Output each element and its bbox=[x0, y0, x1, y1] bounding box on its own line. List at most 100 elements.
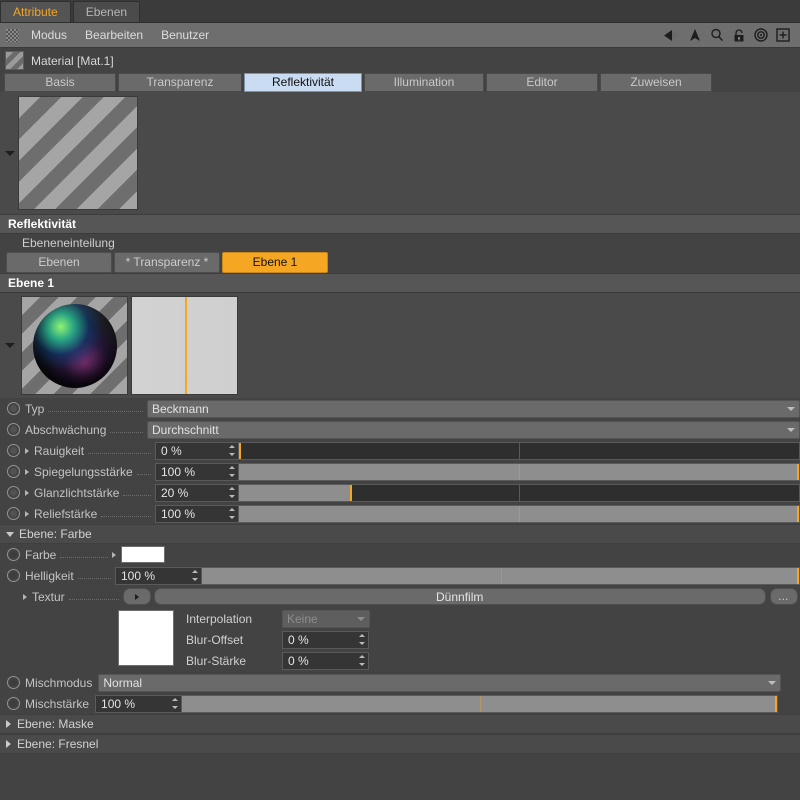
layer-button-ebene-1[interactable]: Ebene 1 bbox=[222, 251, 328, 273]
slider-spiegelungsstaerke[interactable] bbox=[239, 462, 800, 481]
slider-glanzlichtstaerke[interactable] bbox=[239, 483, 800, 502]
keyframe-toggle-reliefstaerke[interactable] bbox=[7, 507, 20, 520]
color-expand-triangle-icon[interactable] bbox=[112, 551, 117, 558]
slider-helligkeit[interactable] bbox=[202, 566, 800, 585]
stepper-glanzlichtstaerke[interactable] bbox=[228, 486, 235, 498]
slider-handle[interactable] bbox=[797, 567, 799, 584]
keyframe-toggle-spiegelungsstaerke[interactable] bbox=[7, 465, 20, 478]
keyframe-toggle-glanzlichtstaerke[interactable] bbox=[7, 486, 20, 499]
color-swatch-farbe[interactable] bbox=[121, 546, 166, 563]
chevron-down-icon bbox=[768, 680, 777, 685]
menu-bearbeiten[interactable]: Bearbeiten bbox=[76, 23, 152, 47]
label-glanzlichtstaerke: Glanzlichtstärke bbox=[34, 485, 120, 500]
row-textur: Textur Dünnfilm … bbox=[0, 586, 800, 607]
keyframe-toggle-mischmodus[interactable] bbox=[7, 676, 20, 689]
slider-handle[interactable] bbox=[797, 505, 799, 522]
combo-mischmodus[interactable]: Normal bbox=[98, 673, 782, 692]
slider-handle[interactable] bbox=[775, 695, 778, 712]
input-glanzlichtstaerke[interactable]: 20 % bbox=[155, 483, 239, 502]
slider-reliefstaerke[interactable] bbox=[239, 504, 800, 523]
tab-illumination[interactable]: Illumination bbox=[364, 73, 484, 92]
slider-mischstaerke[interactable] bbox=[182, 694, 779, 713]
input-reliefstaerke[interactable]: 100 % bbox=[155, 504, 239, 523]
expand-triangle-icon[interactable] bbox=[25, 510, 29, 517]
dot-leader bbox=[136, 465, 151, 475]
material-preview-area bbox=[0, 92, 800, 214]
keyframe-toggle-abschwaechung[interactable] bbox=[7, 423, 20, 436]
dot-leader bbox=[101, 507, 151, 517]
menu-benutzer[interactable]: Benutzer bbox=[152, 23, 218, 47]
tab-basis[interactable]: Basis bbox=[4, 73, 116, 92]
dot-leader bbox=[123, 486, 151, 496]
grip-dots-icon[interactable] bbox=[6, 28, 19, 42]
plus-box-icon[interactable] bbox=[772, 24, 794, 46]
channel-tabs: Basis Transparenz Reflektivität Illumina… bbox=[0, 73, 800, 92]
slider-rauigkeit[interactable] bbox=[239, 441, 800, 460]
stepper-spiegelungsstaerke[interactable] bbox=[228, 465, 235, 477]
input-helligkeit[interactable]: 100 % bbox=[115, 566, 202, 585]
layer-button-ebenen[interactable]: Ebenen bbox=[6, 251, 112, 273]
stepper-helligkeit[interactable] bbox=[191, 569, 198, 581]
combo-interpolation[interactable]: Keine bbox=[282, 610, 370, 628]
keyframe-toggle-typ[interactable] bbox=[7, 402, 20, 415]
input-mischstaerke[interactable]: 100 % bbox=[95, 694, 183, 713]
combo-typ[interactable]: Beckmann bbox=[147, 399, 800, 418]
tab-reflektivitaet[interactable]: Reflektivität bbox=[244, 73, 362, 92]
textur-expand-triangle-icon[interactable] bbox=[23, 593, 27, 600]
collapse-triangle-icon[interactable] bbox=[5, 150, 15, 156]
layer-button-transparenz[interactable]: * Transparenz * bbox=[114, 251, 220, 273]
dot-leader bbox=[77, 569, 111, 579]
layer-section-title: Ebene 1 bbox=[8, 276, 55, 290]
input-spiegelungsstaerke[interactable]: 100 % bbox=[155, 462, 239, 481]
unlock-icon[interactable] bbox=[728, 24, 750, 46]
search-icon[interactable] bbox=[706, 24, 728, 46]
tab-editor[interactable]: Editor bbox=[486, 73, 598, 92]
row-glanzlichtstaerke: Glanzlichtstärke 20 % bbox=[0, 482, 800, 503]
chevron-right-icon bbox=[6, 740, 11, 748]
input-blur-offset[interactable]: 0 % bbox=[282, 631, 369, 649]
stepper-blur-offset[interactable] bbox=[358, 634, 365, 645]
attribute-manager: Attribute Ebenen Modus Bearbeiten Benutz… bbox=[0, 0, 800, 800]
expand-triangle-icon[interactable] bbox=[25, 489, 29, 496]
up-arrow-icon[interactable] bbox=[684, 24, 706, 46]
back-arrow-icon[interactable] bbox=[662, 24, 684, 46]
slider-handle[interactable] bbox=[239, 442, 241, 459]
stepper-reliefstaerke[interactable] bbox=[228, 507, 235, 519]
layer-preview-sphere[interactable] bbox=[21, 296, 128, 395]
material-preview-thumbnail[interactable] bbox=[18, 96, 138, 210]
stepper-blur-staerke[interactable] bbox=[358, 655, 365, 666]
tab-transparenz[interactable]: Transparenz bbox=[118, 73, 242, 92]
texture-settings: Interpolation Keine Blur-Offset 0 % Blur… bbox=[186, 610, 370, 670]
stepper-rauigkeit[interactable] bbox=[228, 444, 235, 456]
texture-field[interactable]: Dünnfilm bbox=[153, 588, 766, 605]
layer-collapse-triangle-icon[interactable] bbox=[5, 343, 15, 348]
dot-leader bbox=[68, 590, 119, 600]
layer-gradient-preview[interactable] bbox=[131, 296, 238, 395]
group-ebene-fresnel[interactable]: Ebene: Fresnel bbox=[0, 734, 800, 754]
menu-modus[interactable]: Modus bbox=[22, 23, 76, 47]
keyframe-toggle-farbe[interactable] bbox=[7, 548, 20, 561]
keyframe-toggle-helligkeit[interactable] bbox=[7, 569, 20, 582]
slider-handle[interactable] bbox=[350, 484, 352, 501]
expand-triangle-icon[interactable] bbox=[25, 447, 29, 454]
tab-attribute[interactable]: Attribute bbox=[0, 1, 71, 22]
input-rauigkeit[interactable]: 0 % bbox=[155, 441, 239, 460]
input-blur-staerke[interactable]: 0 % bbox=[282, 652, 369, 670]
dot-leader bbox=[60, 548, 109, 558]
group-ebene-maske[interactable]: Ebene: Maske bbox=[0, 714, 800, 734]
texture-browse-button[interactable]: … bbox=[769, 588, 798, 605]
label-textur: Textur bbox=[32, 589, 65, 604]
keyframe-toggle-rauigkeit[interactable] bbox=[7, 444, 20, 457]
texture-arrow-button[interactable] bbox=[122, 588, 151, 605]
target-icon[interactable] bbox=[750, 24, 772, 46]
tab-ebenen[interactable]: Ebenen bbox=[72, 1, 141, 22]
stepper-mischstaerke[interactable] bbox=[171, 697, 178, 709]
keyframe-toggle-mischstaerke[interactable] bbox=[7, 697, 20, 710]
slider-handle[interactable] bbox=[797, 463, 799, 480]
combo-abschwaechung[interactable]: Durchschnitt bbox=[147, 420, 800, 439]
material-swatch-icon bbox=[5, 51, 24, 70]
tab-zuweisen[interactable]: Zuweisen bbox=[600, 73, 712, 92]
texture-thumbnail[interactable] bbox=[118, 610, 174, 666]
group-ebene-farbe[interactable]: Ebene: Farbe bbox=[0, 524, 800, 544]
expand-triangle-icon[interactable] bbox=[25, 468, 29, 475]
